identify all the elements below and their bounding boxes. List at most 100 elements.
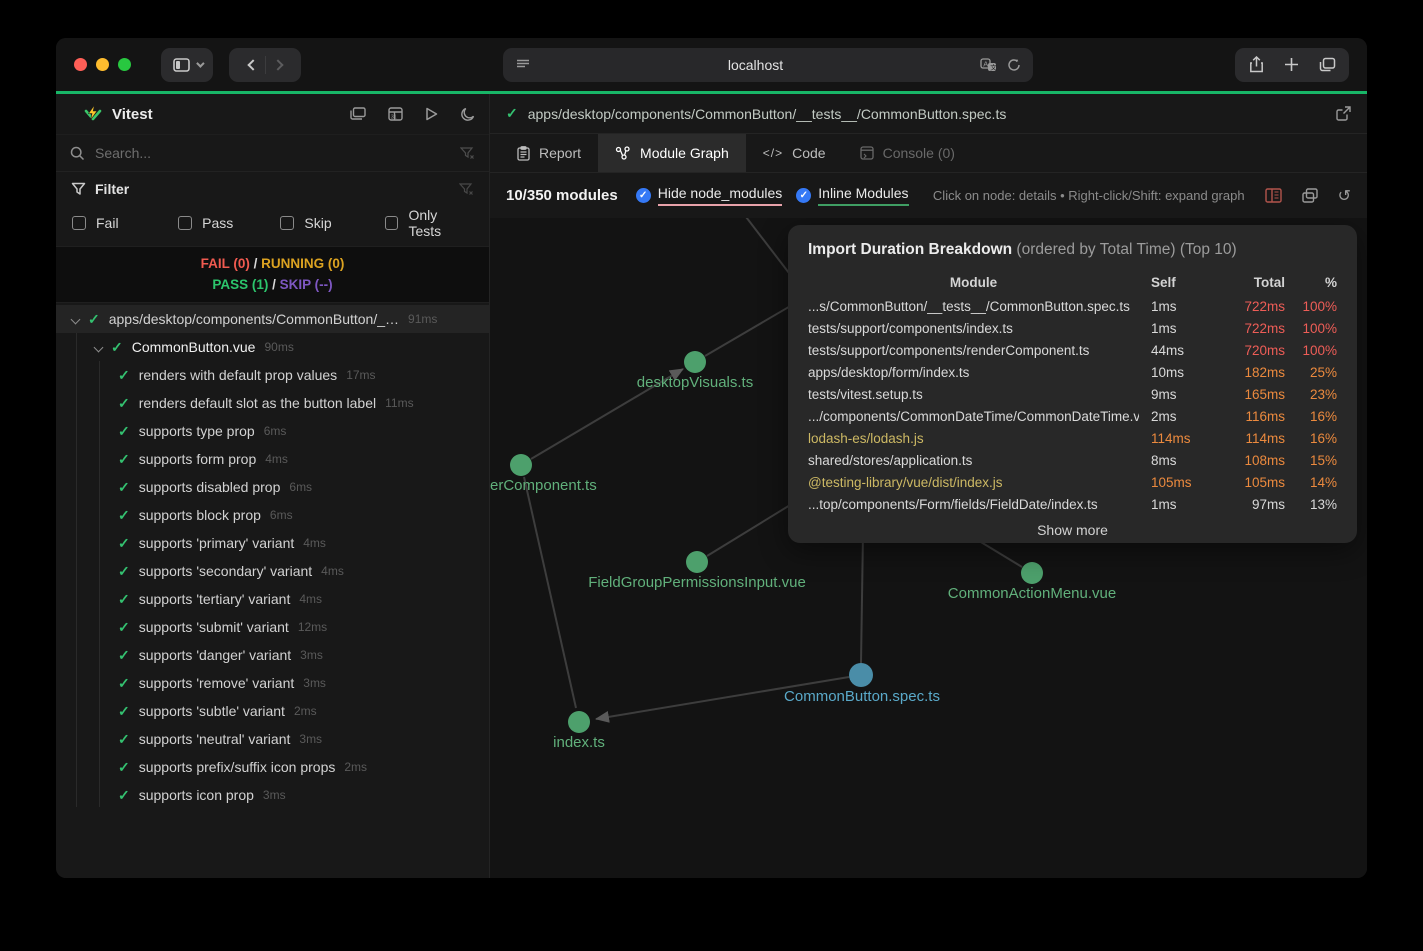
tree-row-test[interactable]: ✓supports 'submit' variant12ms xyxy=(56,613,489,641)
reload-icon[interactable] xyxy=(1007,58,1021,72)
translate-icon[interactable]: A文 xyxy=(980,58,997,72)
tree-row-test[interactable]: ✓supports 'neutral' variant3ms xyxy=(56,725,489,753)
clear-filter-icon[interactable] xyxy=(460,147,475,160)
import-row[interactable]: shared/stores/application.ts 8ms 108ms 1… xyxy=(808,449,1337,471)
graph-toolbar: 10/350 modules ✓ Hide node_modules ✓ Inl… xyxy=(490,173,1367,218)
graph-node-entry[interactable] xyxy=(849,663,873,687)
graph-node[interactable] xyxy=(568,711,590,733)
tab-module-graph[interactable]: Module Graph xyxy=(598,134,746,172)
zoom-window-button[interactable] xyxy=(118,58,131,71)
import-row[interactable]: tests/support/components/renderComponent… xyxy=(808,339,1337,361)
tree-row-test[interactable]: ✓supports icon prop3ms xyxy=(56,781,489,809)
reset-graph-icon[interactable]: ↺ xyxy=(1338,186,1351,206)
self-time: 105ms xyxy=(1145,475,1207,490)
import-row[interactable]: ...top/components/Form/fields/FieldDate/… xyxy=(808,493,1337,515)
filter-checkbox-skip[interactable]: Skip xyxy=(280,215,384,231)
chevron-down-icon[interactable] xyxy=(71,314,81,324)
dark-mode-icon[interactable] xyxy=(460,107,475,122)
import-row[interactable]: .../components/CommonDateTime/CommonDate… xyxy=(808,405,1337,427)
address-bar[interactable]: localhost A文 xyxy=(503,48,1033,82)
coverage-icon[interactable]: 31 xyxy=(388,107,403,121)
graph-node[interactable] xyxy=(684,351,706,373)
reader-view-icon[interactable] xyxy=(515,58,531,71)
import-row[interactable]: tests/vitest.setup.ts 9ms 165ms 23% xyxy=(808,383,1337,405)
tab-code[interactable]: </> Code xyxy=(746,134,843,172)
total-time: 720ms xyxy=(1213,343,1285,358)
tree-row-test[interactable]: ✓supports 'remove' variant3ms xyxy=(56,669,489,697)
test-name: supports 'primary' variant xyxy=(139,535,295,551)
summary-line-1: FAIL (0) / RUNNING (0) xyxy=(56,253,489,274)
pass-check-icon: ✓ xyxy=(118,451,130,468)
tree-row-test[interactable]: ✓supports form prop4ms xyxy=(56,445,489,473)
tree-row-test[interactable]: ✓supports 'subtle' variant2ms xyxy=(56,697,489,725)
graph-node[interactable] xyxy=(1021,562,1043,584)
import-row[interactable]: apps/desktop/form/index.ts 10ms 182ms 25… xyxy=(808,361,1337,383)
tab-report[interactable]: Report xyxy=(500,134,598,172)
graph-node[interactable] xyxy=(686,551,708,573)
chevron-down-icon[interactable] xyxy=(94,342,104,352)
percent: 14% xyxy=(1291,475,1337,490)
tree-row-test[interactable]: ✓renders default slot as the button labe… xyxy=(56,389,489,417)
import-row[interactable]: @testing-library/vue/dist/index.js 105ms… xyxy=(808,471,1337,493)
tree-row-test[interactable]: ✓supports block prop6ms xyxy=(56,501,489,529)
module-graph-canvas[interactable]: desktopVisuals.ts erComponent.ts FieldGr… xyxy=(490,218,1367,878)
tree-row-suite[interactable]: ✓ CommonButton.vue 90ms xyxy=(56,333,489,361)
pass-check-icon: ✓ xyxy=(118,703,130,720)
filter-checkbox-pass[interactable]: Pass xyxy=(178,215,280,231)
share-icon[interactable] xyxy=(1249,56,1264,73)
tree-row-test[interactable]: ✓supports 'tertiary' variant4ms xyxy=(56,585,489,613)
close-window-button[interactable] xyxy=(74,58,87,71)
pass-check-icon: ✓ xyxy=(118,591,130,608)
tab-console[interactable]: Console (0) xyxy=(843,134,972,172)
test-name: supports form prop xyxy=(139,451,257,467)
inline-modules-toggle[interactable]: ✓ Inline Modules xyxy=(796,185,908,206)
tree-row-test[interactable]: ✓supports type prop6ms xyxy=(56,417,489,445)
legend-book-icon[interactable] xyxy=(1265,188,1282,203)
tab-bar: Report Module Graph </> Code Console xyxy=(490,134,1367,173)
tree-row-test[interactable]: ✓supports 'primary' variant4ms xyxy=(56,529,489,557)
forward-button[interactable] xyxy=(272,59,283,70)
test-duration: 91ms xyxy=(408,312,437,326)
import-row[interactable]: tests/support/components/index.ts 1ms 72… xyxy=(808,317,1337,339)
checkbox-icon xyxy=(280,216,294,230)
tab-overview-icon[interactable] xyxy=(1319,57,1336,72)
new-tab-icon[interactable] xyxy=(1284,57,1299,72)
sidebar-header: Vitest 31 xyxy=(56,94,489,134)
graph-node[interactable] xyxy=(510,454,532,476)
filter-checkbox-fail[interactable]: Fail xyxy=(72,215,178,231)
tree-row-test[interactable]: ✓supports 'danger' variant3ms xyxy=(56,641,489,669)
test-name: supports 'submit' variant xyxy=(139,619,289,635)
imports-table: Module Self Total % ...s/CommonButton/__… xyxy=(808,269,1337,515)
tree-row-test[interactable]: ✓supports disabled prop6ms xyxy=(56,473,489,501)
fail-count: FAIL (0) xyxy=(201,256,250,271)
toggle-label: Hide node_modules xyxy=(658,185,783,206)
filter-label: Filter xyxy=(95,181,450,197)
hide-node-modules-toggle[interactable]: ✓ Hide node_modules xyxy=(636,185,783,206)
tree-row-test[interactable]: ✓supports prefix/suffix icon props2ms xyxy=(56,753,489,781)
import-duration-panel: Import Duration Breakdown (ordered by To… xyxy=(788,225,1357,543)
test-name: supports 'remove' variant xyxy=(139,675,295,691)
import-row[interactable]: ...s/CommonButton/__tests__/CommonButton… xyxy=(808,295,1337,317)
nav-buttons xyxy=(229,48,301,82)
back-button[interactable] xyxy=(247,59,258,70)
dashboard-icon[interactable] xyxy=(350,107,366,121)
clear-filter-icon[interactable] xyxy=(459,183,474,196)
tree-row-test[interactable]: ✓renders with default prop values17ms xyxy=(56,361,489,389)
minimize-window-button[interactable] xyxy=(96,58,109,71)
filter-header: Filter xyxy=(56,172,489,206)
tree-guide-line xyxy=(76,333,77,807)
layout-windows-icon[interactable] xyxy=(1302,188,1318,203)
file-header: ✓ apps/desktop/components/CommonButton/_… xyxy=(490,94,1367,134)
open-external-icon[interactable] xyxy=(1336,106,1351,121)
sidebar: Vitest 31 xyxy=(56,94,490,878)
search-input[interactable] xyxy=(95,145,450,161)
sidebar-toggle-button[interactable] xyxy=(161,48,213,82)
import-row[interactable]: lodash-es/lodash.js 114ms 114ms 16% xyxy=(808,427,1337,449)
show-more-button[interactable]: Show more xyxy=(808,522,1337,538)
test-duration: 3ms xyxy=(299,732,322,746)
run-all-icon[interactable] xyxy=(425,107,438,121)
tree-row-file[interactable]: ✓ apps/desktop/components/CommonButton/_… xyxy=(56,305,489,333)
test-duration: 4ms xyxy=(299,592,322,606)
filter-checkbox-only-tests[interactable]: Only Tests xyxy=(385,207,473,239)
tree-row-test[interactable]: ✓supports 'secondary' variant4ms xyxy=(56,557,489,585)
